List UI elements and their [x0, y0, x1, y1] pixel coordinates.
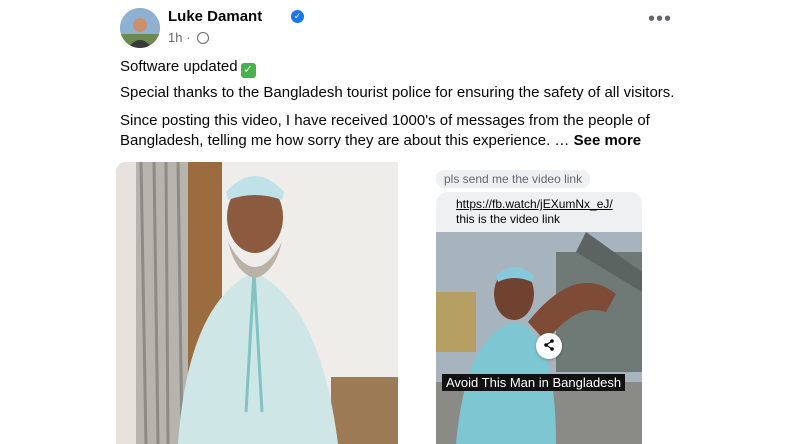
chat-video-link[interactable]: https://fb.watch/jEXumNx_eJ/: [456, 197, 613, 211]
chat-message-reply: this is the video link: [456, 212, 561, 226]
chat-message-request: pls send me the video link: [436, 170, 591, 188]
author-avatar[interactable]: [120, 8, 160, 48]
video-caption: Avoid This Man in Bangladesh: [442, 374, 626, 391]
post-text-body: Since posting this video, I have receive…: [120, 112, 650, 149]
more-options-button[interactable]: •••: [648, 9, 672, 29]
chat-message-card: https://fb.watch/jEXumNx_eJ/ this is the…: [436, 192, 642, 444]
post-media: pls send me the video link https://fb.wa…: [116, 162, 682, 444]
photo-man-portrait[interactable]: [116, 162, 398, 444]
share-icon[interactable]: [536, 333, 562, 359]
post-meta: 1h ·: [168, 30, 210, 45]
see-more-link[interactable]: See more: [574, 132, 642, 149]
author-name[interactable]: Luke Damant: [168, 8, 262, 25]
post-text-line-1: Software updated ✓: [120, 57, 680, 78]
post-card: Luke Damant ✓ 1h · ••• Software updated ✓…: [105, 0, 695, 444]
verified-badge-icon: ✓: [291, 10, 304, 23]
screenshot-chat-image[interactable]: pls send me the video link https://fb.wa…: [400, 162, 682, 444]
post-text-line-3: Since posting this video, I have receive…: [120, 111, 680, 151]
check-emoji-icon: ✓: [240, 63, 256, 78]
globe-icon: [197, 32, 210, 44]
post-time[interactable]: 1h: [168, 30, 182, 45]
post-text-line-2: Special thanks to the Bangladesh tourist…: [120, 84, 675, 101]
post-text-software-updated: Software updated: [120, 58, 238, 75]
